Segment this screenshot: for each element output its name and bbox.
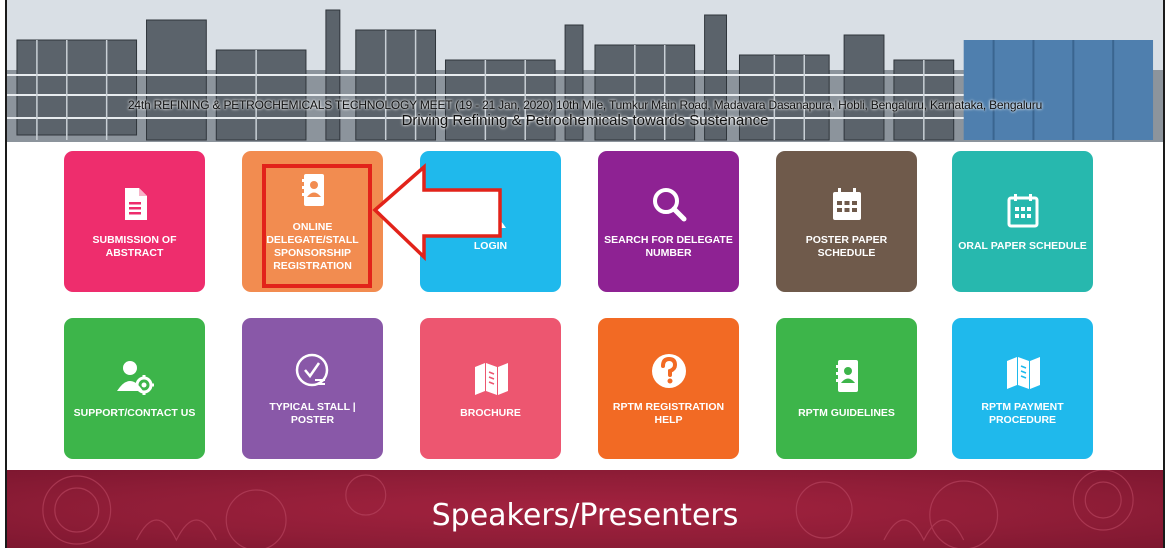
header-banner: 24th REFINING & PETROCHEMICALS TECHNOLOG…: [7, 0, 1163, 142]
tile-rptm-registration-help[interactable]: RPTM REGISTRATION HELP: [598, 318, 739, 459]
tile-label: SUBMISSION OF ABSTRACT: [92, 233, 177, 259]
contact-book-icon: [835, 360, 858, 392]
search-icon: [652, 187, 686, 221]
tile-label: RPTM REGISTRATION HELP: [612, 400, 725, 426]
tile-submission-of-abstract[interactable]: SUBMISSION OF ABSTRACT: [64, 151, 205, 292]
document-icon: [124, 187, 147, 220]
speakers-section: Speakers/Presenters: [7, 470, 1163, 548]
tile-brochure[interactable]: BROCHURE: [420, 318, 561, 459]
user-icon: [475, 195, 506, 228]
tile-rptm-payment-procedure[interactable]: RPTM PAYMENT PROCEDURE: [952, 318, 1093, 459]
tile-poster-paper-schedule[interactable]: POSTER PAPER SCHEDULE: [776, 151, 917, 292]
user-gear-icon: [116, 361, 154, 395]
calendar-icon: [832, 187, 861, 220]
tile-label: SUPPORT/CONTACT US: [73, 407, 196, 419]
event-tagline: Driving Refining & Petrochemicals toward…: [401, 112, 769, 129]
tile-label: LOGIN: [473, 240, 508, 252]
tile-online-delegate-registration[interactable]: ONLINE DELEGATE/STALL SPONSORSHIP REGIST…: [242, 151, 383, 292]
tile-label: TYPICAL STALL | POSTER: [269, 400, 356, 426]
calendar-outline-icon: [1007, 194, 1038, 228]
tile-label: BROCHURE: [460, 407, 521, 419]
speakers-heading: Speakers/Presenters: [431, 498, 739, 533]
tile-label: ORAL PAPER SCHEDULE: [958, 240, 1087, 252]
tile-login[interactable]: LOGIN: [420, 151, 561, 292]
event-details-text: 24th REFINING & PETROCHEMICALS TECHNOLOG…: [127, 98, 1043, 112]
help-circle-icon: [651, 353, 686, 388]
tile-label: RPTM PAYMENT PROCEDURE: [981, 400, 1064, 426]
tile-label: SEARCH FOR DELEGATE NUMBER: [604, 233, 733, 259]
tile-label: ONLINE DELEGATE/STALL SPONSORSHIP REGIST…: [266, 220, 359, 272]
tile-label: RPTM GUIDELINES: [798, 407, 895, 419]
tile-search-delegate-number[interactable]: SEARCH FOR DELEGATE NUMBER: [598, 151, 739, 292]
brochure-icon: [1006, 356, 1040, 389]
quick-links-grid: SUBMISSION OF ABSTRACT ONLINE DELEGATE/S…: [7, 142, 1163, 470]
tile-typical-stall-poster[interactable]: TYPICAL STALL | POSTER: [242, 318, 383, 459]
tile-support-contact[interactable]: SUPPORT/CONTACT US: [64, 318, 205, 459]
tile-label: POSTER PAPER SCHEDULE: [805, 233, 888, 259]
clock-check-icon: [295, 353, 328, 386]
contact-book-icon: [301, 173, 324, 206]
tile-oral-paper-schedule[interactable]: ORAL PAPER SCHEDULE: [952, 151, 1093, 292]
screenshot-frame: 24th REFINING & PETROCHEMICALS TECHNOLOG…: [0, 0, 1170, 548]
page: 24th REFINING & PETROCHEMICALS TECHNOLOG…: [5, 0, 1165, 548]
tile-rptm-guidelines[interactable]: RPTM GUIDELINES: [776, 318, 917, 459]
brochure-icon: [474, 363, 508, 395]
